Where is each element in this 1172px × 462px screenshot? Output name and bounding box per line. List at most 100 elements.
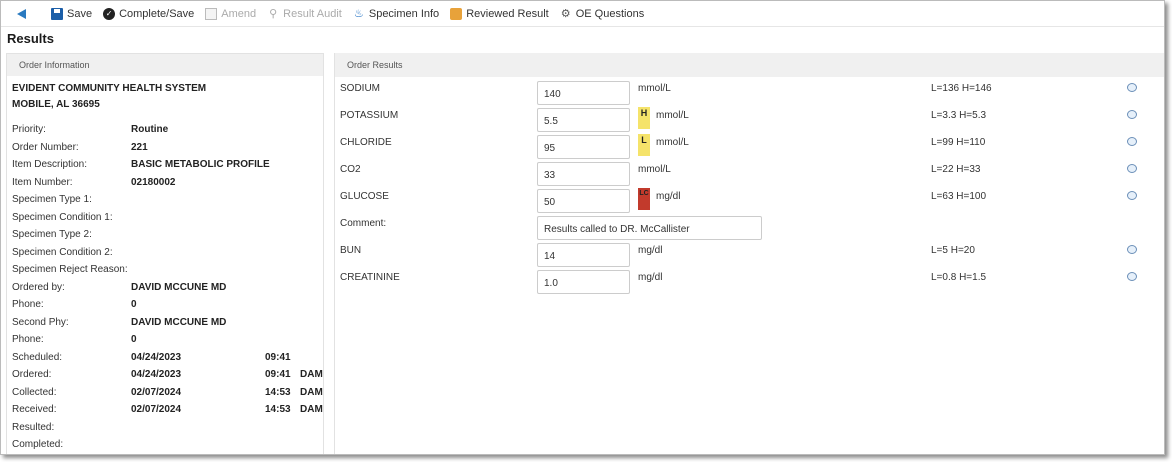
order-info-time: 09:41	[265, 351, 291, 363]
order-info-label: Ordered by:	[12, 281, 65, 293]
result-unit: mg/dl	[638, 245, 663, 256]
comment-bubble-icon[interactable]	[1127, 245, 1137, 254]
comment-bubble-icon[interactable]	[1127, 164, 1137, 173]
order-results-panel: Order Results SODIUM 140 mmol/L L=136 H=146…	[334, 53, 1164, 454]
oe-questions-button[interactable]: ⚙ OE Questions	[560, 8, 644, 20]
save-button[interactable]: Save	[51, 7, 93, 20]
order-info-value: 02/07/2024	[131, 404, 182, 415]
comment-bubble-icon[interactable]	[1127, 191, 1137, 200]
back-button[interactable]	[17, 8, 40, 19]
order-info-label: Scheduled:	[12, 351, 63, 363]
order-info-row: Specimen Type 1:	[7, 193, 323, 211]
order-info-label: Phone:	[12, 299, 44, 310]
order-info-row: Ordered by: DAVID MCCUNE MD	[7, 281, 323, 299]
order-info-row: Resulted:	[7, 421, 323, 439]
result-unit: mg/dl	[638, 272, 663, 283]
order-info-value: Routine	[131, 124, 169, 135]
order-info-label: Priority:	[12, 124, 46, 135]
order-info-row: Completed:	[7, 438, 323, 454]
result-unit: mmol/L	[656, 110, 689, 121]
result-value-input[interactable]: 50	[537, 189, 630, 213]
order-info-time: 09:41	[265, 369, 291, 380]
result-row-co2: CO2 33 mmol/L L=22 H=33	[335, 162, 1164, 186]
order-info-value: 04/24/2023	[131, 351, 182, 363]
order-info-label: Specimen Type 1:	[12, 194, 92, 205]
specimen-info-button[interactable]: ♨ Specimen Info	[353, 8, 439, 20]
test-name: GLUCOSE	[340, 191, 389, 202]
order-info-row: Order Number: 221	[7, 141, 323, 159]
order-info-label: Completed:	[12, 439, 64, 450]
comment-input[interactable]: Results called to DR. McCallister	[537, 216, 762, 240]
result-flag: L	[638, 134, 650, 156]
flask-icon: ♨	[353, 7, 364, 20]
order-info-zone: DAM	[300, 369, 323, 380]
order-info-label: Specimen Reject Reason:	[12, 264, 128, 275]
page-title: Results	[7, 31, 54, 46]
result-value-input[interactable]: 140	[537, 81, 630, 105]
check-circle-icon: ✓	[103, 7, 116, 20]
result-unit: mmol/L	[638, 164, 671, 175]
order-info-label: Collected:	[12, 386, 57, 398]
result-value-input[interactable]: 14	[537, 243, 630, 267]
order-info-row: Collected: 02/07/2024 14:53 DAM	[7, 386, 323, 404]
oe-questions-label: OE Questions	[575, 7, 645, 20]
amend-label: Amend	[221, 7, 257, 20]
order-info-row: Phone: 0	[7, 333, 323, 351]
result-row-creatinine: CREATININE 1.0 mg/dl L=0.8 H=1.5	[335, 270, 1164, 294]
order-info-row: Received: 02/07/2024 14:53 DAM	[7, 403, 323, 421]
toolbar: Save ✓ Complete/Save Amend ⚲ Result Audi…	[1, 1, 1164, 27]
floppy-disk-icon	[51, 7, 63, 20]
order-info-label: Resulted:	[12, 421, 55, 433]
order-info-row: Second Phy: DAVID MCCUNE MD	[7, 316, 323, 334]
comment-bubble-icon[interactable]	[1127, 83, 1137, 92]
reference-range: L=63 H=100	[931, 191, 987, 202]
order-info-row: Scheduled: 04/24/2023 09:41	[7, 351, 323, 369]
result-value-input[interactable]: 5.5	[537, 108, 630, 132]
question-icon: ⚙	[560, 7, 571, 20]
order-info-zone: DAM	[300, 386, 323, 398]
comment-bubble-icon[interactable]	[1127, 110, 1137, 119]
comment-bubble-icon[interactable]	[1127, 137, 1137, 146]
result-row-chloride: CHLORIDE 95 Lmmol/L L=99 H=110	[335, 134, 1164, 159]
comment-bubble-icon[interactable]	[1127, 272, 1137, 281]
order-info-value: BASIC METABOLIC PROFILE	[131, 159, 270, 170]
order-results-header: Order Results	[335, 53, 1164, 77]
complete-save-label: Complete/Save	[119, 7, 195, 20]
order-info-row: Ordered: 04/24/2023 09:41 DAM	[7, 368, 323, 386]
result-value-input[interactable]: 1.0	[537, 270, 630, 294]
order-info-value: DAVID MCCUNE MD	[131, 281, 227, 293]
order-info-label: Order Number:	[12, 141, 79, 153]
audit-icon: ⚲	[269, 7, 278, 20]
reviewed-result-button[interactable]: Reviewed Result	[450, 7, 549, 20]
amend-button[interactable]: Amend	[205, 7, 257, 20]
order-info-row: Item Description: BASIC METABOLIC PROFILE	[7, 158, 323, 176]
order-info-value: 0	[131, 299, 137, 310]
result-audit-button[interactable]: ⚲ Result Audit	[267, 8, 342, 20]
result-row-bun: BUN 14 mg/dl L=5 H=20	[335, 243, 1164, 267]
order-info-label: Specimen Condition 1:	[12, 211, 113, 223]
comment-row: Comment: Results called to DR. McCalliste…	[335, 216, 1164, 240]
result-row-glucose: GLUCOSE 50 LC mg/dl L=63 H=100	[335, 188, 1164, 213]
order-info-label: Specimen Type 2:	[12, 229, 92, 240]
result-audit-label: Result Audit	[283, 7, 342, 20]
reviewed-result-label: Reviewed Result	[466, 7, 549, 20]
order-info-value: 221	[131, 141, 148, 153]
test-name: POTASSIUM	[340, 110, 399, 121]
reference-range: L=136 H=146	[931, 83, 992, 94]
order-info-label: Second Phy:	[12, 316, 69, 328]
save-label: Save	[67, 7, 93, 20]
result-value-input[interactable]: 95	[537, 135, 630, 159]
test-name: CHLORIDE	[340, 137, 392, 148]
result-unit: mmol/L	[656, 137, 689, 148]
results-window: Save ✓ Complete/Save Amend ⚲ Result Audi…	[0, 0, 1165, 455]
result-flag: LC	[638, 188, 650, 210]
order-info-row: Specimen Reject Reason:	[7, 263, 323, 281]
order-info-row: Specimen Condition 2:	[7, 246, 323, 264]
complete-save-button[interactable]: ✓ Complete/Save	[103, 7, 195, 20]
order-info-label: Item Number:	[12, 176, 73, 188]
order-info-label: Specimen Condition 2:	[12, 246, 113, 258]
result-value-input[interactable]: 33	[537, 162, 630, 186]
order-info-value: 04/24/2023	[131, 369, 182, 380]
result-unit: mg/dl	[656, 191, 681, 202]
reference-range: L=5 H=20	[931, 245, 975, 256]
